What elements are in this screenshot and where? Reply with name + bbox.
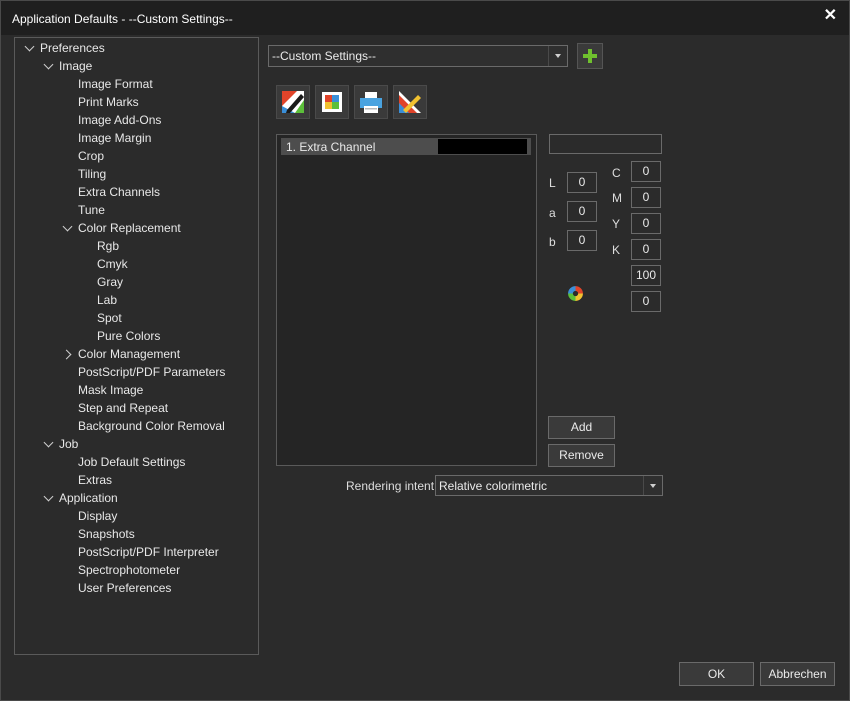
tree-item[interactable]: Print Marks xyxy=(78,95,139,109)
tree-item[interactable]: Cmyk xyxy=(97,257,128,271)
b-label: b xyxy=(549,235,556,249)
c-label: C xyxy=(612,166,621,180)
settings-combo-value: --Custom Settings-- xyxy=(272,49,377,63)
tree-item[interactable]: Application xyxy=(59,491,118,505)
extra-channel-list[interactable]: 1. Extra Channel xyxy=(276,134,537,466)
ok-button[interactable]: OK xyxy=(679,662,754,686)
a-label: a xyxy=(549,206,556,220)
close-icon[interactable]: ✕ xyxy=(824,5,837,25)
tree-item[interactable]: Lab xyxy=(97,293,117,307)
edit-swatch-icon[interactable] xyxy=(276,85,310,119)
rendering-intent-label: Rendering intent: xyxy=(346,479,438,493)
k-field[interactable]: 0 xyxy=(631,239,661,260)
cancel-button[interactable]: Abbrechen xyxy=(760,662,835,686)
add-button[interactable]: Add xyxy=(548,416,615,439)
tree-item[interactable]: PostScript/PDF Parameters xyxy=(78,365,225,379)
tree-item[interactable]: Image xyxy=(59,59,92,73)
chevron-down-icon[interactable] xyxy=(643,476,662,495)
tree-item[interactable]: Image Margin xyxy=(78,131,151,145)
l-field[interactable]: 0 xyxy=(567,172,597,193)
k-label: K xyxy=(612,243,621,257)
color-wheel-icon[interactable] xyxy=(567,285,584,302)
title-bar: Application Defaults - --Custom Settings… xyxy=(1,1,849,35)
tree-item[interactable]: Spot xyxy=(97,311,122,325)
list-item[interactable]: 1. Extra Channel xyxy=(281,138,531,155)
tree-item[interactable]: Preferences xyxy=(40,41,105,55)
color-patches-icon[interactable] xyxy=(315,85,349,119)
tree-item[interactable]: Tune xyxy=(78,203,105,217)
tree-item[interactable]: Background Color Removal xyxy=(78,419,225,433)
remove-button[interactable]: Remove xyxy=(548,444,615,467)
tree-item[interactable]: Extra Channels xyxy=(78,185,160,199)
tree-item[interactable]: Crop xyxy=(78,149,104,163)
l-label: L xyxy=(549,176,556,190)
tree-item[interactable]: Display xyxy=(78,509,117,523)
chevron-down-icon[interactable] xyxy=(62,221,73,232)
printer-icon[interactable] xyxy=(354,85,388,119)
c-field[interactable]: 0 xyxy=(631,161,661,182)
tree-item[interactable]: Color Replacement xyxy=(78,221,181,235)
tree-item[interactable]: Pure Colors xyxy=(97,329,160,343)
tint-field[interactable]: 100 xyxy=(631,265,661,286)
tree-item[interactable]: Tiling xyxy=(78,167,106,181)
tree-item[interactable]: Image Add-Ons xyxy=(78,113,161,127)
tree-item[interactable]: Step and Repeat xyxy=(78,401,168,415)
chevron-right-icon[interactable] xyxy=(61,349,72,360)
add-settings-button[interactable] xyxy=(577,43,603,69)
chevron-down-icon[interactable] xyxy=(24,41,35,52)
tree-item[interactable]: Rgb xyxy=(97,239,119,253)
tree-item[interactable]: Job Default Settings xyxy=(78,455,185,469)
rendering-intent-value: Relative colorimetric xyxy=(439,479,548,493)
tree-item[interactable]: Color Management xyxy=(78,347,180,361)
tree-item[interactable]: Job xyxy=(59,437,78,451)
a-field[interactable]: 0 xyxy=(567,201,597,222)
m-label: M xyxy=(612,191,622,205)
measure-ruler-icon[interactable] xyxy=(393,85,427,119)
chevron-down-icon[interactable] xyxy=(548,46,567,66)
y-label: Y xyxy=(612,217,621,231)
tree-item[interactable]: Gray xyxy=(97,275,123,289)
tree-item[interactable]: PostScript/PDF Interpreter xyxy=(78,545,219,559)
m-field[interactable]: 0 xyxy=(631,187,661,208)
tree-item[interactable]: Extras xyxy=(78,473,112,487)
preferences-tree[interactable]: Preferences Image Image Format Print Marks I… xyxy=(14,37,259,655)
chevron-down-icon[interactable] xyxy=(43,491,54,502)
extra-field[interactable]: 0 xyxy=(631,291,661,312)
tree-item[interactable]: User Preferences xyxy=(78,581,171,595)
tree-item[interactable]: Image Format xyxy=(78,77,153,91)
channel-name-field[interactable] xyxy=(549,134,662,154)
tree-item[interactable]: Spectrophotometer xyxy=(78,563,180,577)
window-title: Application Defaults - --Custom Settings… xyxy=(12,12,233,26)
tree-item[interactable]: Mask Image xyxy=(78,383,143,397)
b-field[interactable]: 0 xyxy=(567,230,597,251)
settings-combo[interactable]: --Custom Settings-- xyxy=(268,45,568,67)
chevron-down-icon[interactable] xyxy=(43,437,54,448)
chevron-down-icon[interactable] xyxy=(43,59,54,70)
channel-label: 1. Extra Channel xyxy=(286,140,376,154)
rendering-intent-select[interactable]: Relative colorimetric xyxy=(435,475,663,496)
channel-swatch xyxy=(438,139,527,154)
y-field[interactable]: 0 xyxy=(631,213,661,234)
tree-item[interactable]: Snapshots xyxy=(78,527,135,541)
